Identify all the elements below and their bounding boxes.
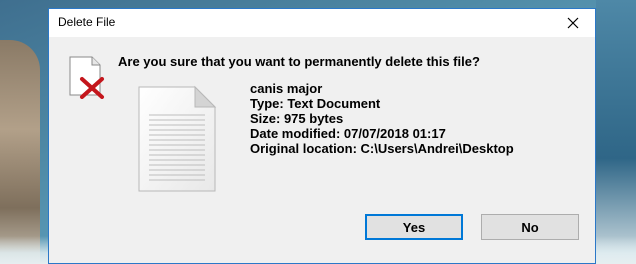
- yes-button[interactable]: Yes: [365, 214, 463, 240]
- no-button[interactable]: No: [481, 214, 579, 240]
- delete-file-dialog: Delete File Are you sure that you want t…: [48, 8, 596, 264]
- wallpaper-rock: [0, 40, 40, 264]
- file-type: Type: Text Document: [250, 96, 381, 111]
- dialog-titlebar[interactable]: Delete File: [49, 9, 595, 37]
- delete-warning-icon: [69, 56, 104, 99]
- close-button[interactable]: [551, 9, 595, 37]
- file-original-location: Original location: C:\Users\Andrei\Deskt…: [250, 141, 514, 156]
- text-document-icon: [138, 85, 217, 192]
- confirm-question: Are you sure that you want to permanentl…: [118, 54, 480, 69]
- dialog-body: Are you sure that you want to permanentl…: [49, 37, 595, 263]
- file-size: Size: 975 bytes: [250, 111, 344, 126]
- file-name: canis major: [250, 81, 323, 96]
- file-date-modified: Date modified: 07/07/2018 01:17: [250, 126, 446, 141]
- file-details: canis major Type: Text Document Size: 97…: [250, 81, 514, 156]
- wallpaper-sea: [596, 0, 636, 264]
- close-icon: [567, 17, 579, 29]
- dialog-title: Delete File: [58, 15, 116, 29]
